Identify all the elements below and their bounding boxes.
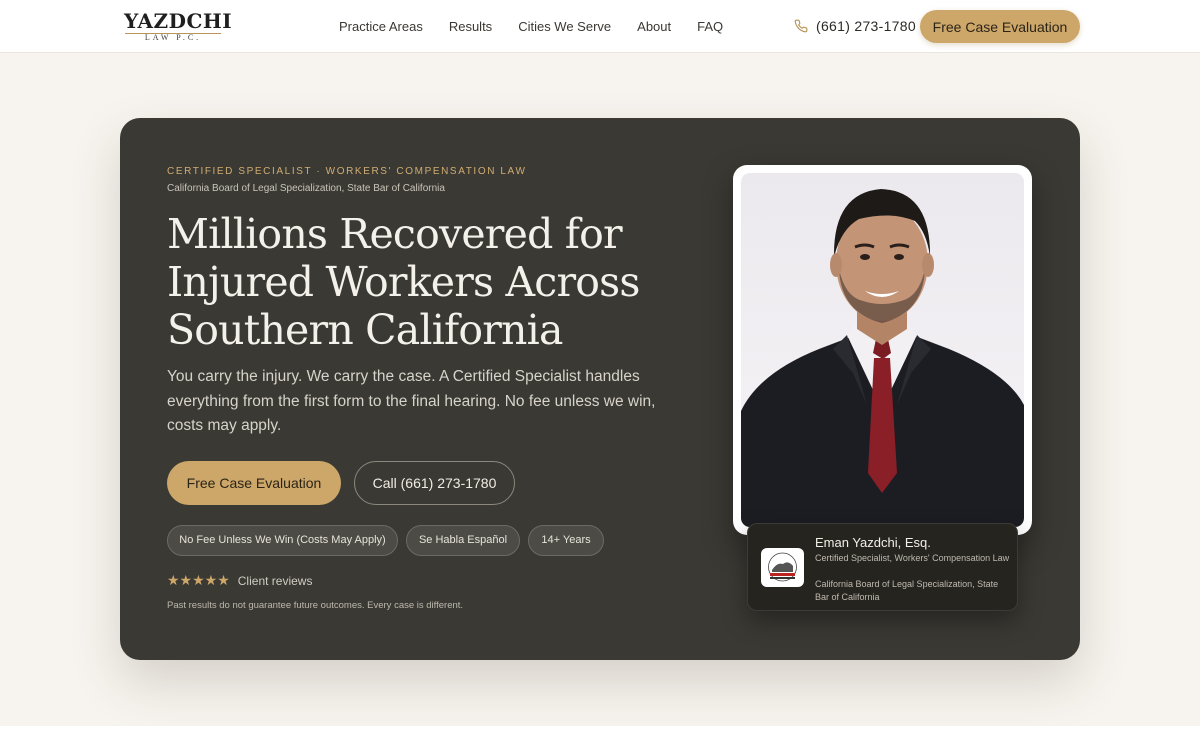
nav-link-faq[interactable]: FAQ: [697, 19, 723, 35]
client-reviews[interactable]: ★★★★★ Client reviews: [167, 573, 312, 589]
star-rating-icon: ★★★★★: [167, 573, 230, 589]
attorney-name-card: Eman Yazdchi, Esq. Certified Specialist,…: [747, 523, 1018, 611]
site-logo[interactable]: YAZDCHI LAW P.C.: [124, 9, 233, 42]
badge-no-fee: No Fee Unless We Win (Costs May Apply): [167, 525, 398, 556]
hero-call-button[interactable]: Call (661) 273-1780: [354, 461, 515, 505]
reviews-label: Client reviews: [237, 574, 313, 588]
attorney-name: Eman Yazdchi, Esq.: [815, 535, 931, 550]
hero-free-evaluation-button[interactable]: Free Case Evaluation: [167, 461, 341, 505]
phone-icon: [794, 19, 808, 33]
site-header: YAZDCHI LAW P.C. Practice Areas Results …: [0, 0, 1200, 53]
next-section-edge: [0, 726, 1200, 750]
nav-link-cities[interactable]: Cities We Serve: [518, 19, 611, 35]
badge-spanish: Se Habla Español: [406, 525, 520, 556]
hero-eyebrow: CERTIFIED SPECIALIST · WORKERS' COMPENSA…: [167, 166, 527, 177]
attorney-photo-frame: [733, 165, 1032, 535]
nav-link-practice-areas[interactable]: Practice Areas: [339, 19, 423, 35]
hero-card: CERTIFIED SPECIALIST · WORKERS' COMPENSA…: [120, 118, 1080, 660]
logo-subtitle: LAW P.C.: [144, 33, 202, 42]
hero-headline: Millions Recovered for Injured Workers A…: [167, 210, 687, 354]
results-disclaimer: Past results do not guarantee future out…: [167, 600, 464, 611]
badge-years: 14+ Years: [528, 525, 604, 556]
hero-lede: You carry the injury. We carry the case.…: [167, 368, 656, 434]
nav-link-about[interactable]: About: [637, 19, 671, 35]
headline-line-1: Millions Recovered for: [167, 210, 623, 258]
header-phone-number: (661) 273-1780: [816, 18, 916, 34]
hero-eyebrow-subtitle: California Board of Legal Specialization…: [167, 183, 445, 194]
state-bar-seal-icon: [761, 548, 804, 587]
nav-link-results[interactable]: Results: [449, 19, 492, 35]
header-free-evaluation-button[interactable]: Free Case Evaluation: [920, 10, 1080, 43]
main-nav: Practice Areas Results Cities We Serve A…: [339, 19, 749, 35]
attorney-board: California Board of Legal Specialization…: [815, 579, 999, 602]
attorney-title: Certified Specialist, Workers' Compensat…: [815, 553, 1010, 563]
attorney-portrait: [741, 173, 1024, 527]
headline-line-3: Southern California: [167, 306, 563, 354]
headline-line-2: Injured Workers Across: [167, 258, 640, 306]
header-phone-link[interactable]: (661) 273-1780: [794, 18, 916, 34]
logo-wordmark: YAZDCHI: [124, 9, 233, 33]
